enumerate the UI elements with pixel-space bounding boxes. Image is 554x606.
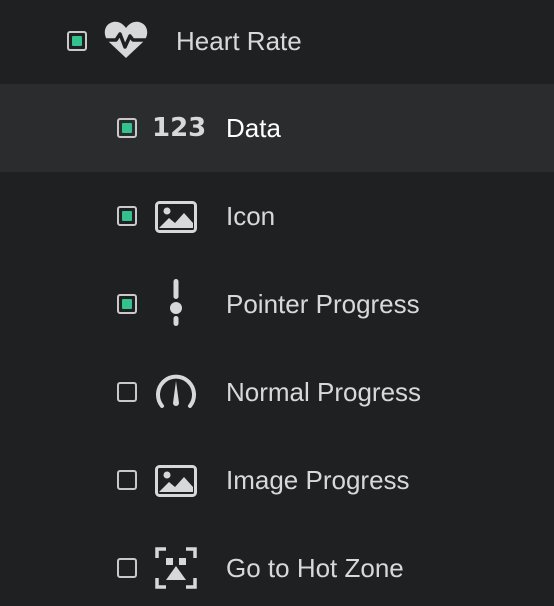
checkbox-icon[interactable] [117,206,137,226]
tree-row-label: Normal Progress [226,377,422,407]
tree-row-label: Image Progress [226,465,410,495]
checkbox-heart-rate[interactable] [67,31,87,51]
image-icon [155,201,197,233]
tree-row-label: Heart Rate [176,26,302,56]
checkbox-go-to-hot-zone[interactable] [117,558,137,578]
heart-rate-icon [103,20,149,60]
tree-row-icon[interactable]: Icon [0,172,554,260]
image-icon [155,465,197,497]
gauge-icon [154,372,198,410]
tree-row-label: Icon [226,201,276,231]
hot-zone-icon [155,547,197,589]
tree-row-image-progress[interactable]: Image Progress [0,436,554,524]
tree-row-label: Go to Hot Zone [226,553,404,583]
checkbox-normal-progress[interactable] [117,382,137,402]
tree-row-pointer-progress[interactable]: Pointer Progress [0,260,554,348]
pointer-progress-icon [167,278,185,328]
layer-tree: Heart Rate 123 Data Icon Pointer Progres… [0,0,554,606]
tree-row-label: Data [226,113,281,143]
checkbox-data[interactable] [117,118,137,138]
tree-row-heart-rate[interactable]: Heart Rate [0,0,554,88]
tree-row-normal-progress[interactable]: Normal Progress [0,348,554,436]
checkbox-pointer-progress[interactable] [117,294,137,314]
tree-row-label: Pointer Progress [226,289,420,319]
checkbox-image-progress[interactable] [117,470,137,490]
tree-row-data[interactable]: 123 Data [0,84,554,172]
number-123-icon: 123 [152,113,207,143]
tree-row-go-to-hot-zone[interactable]: Go to Hot Zone [0,518,554,606]
